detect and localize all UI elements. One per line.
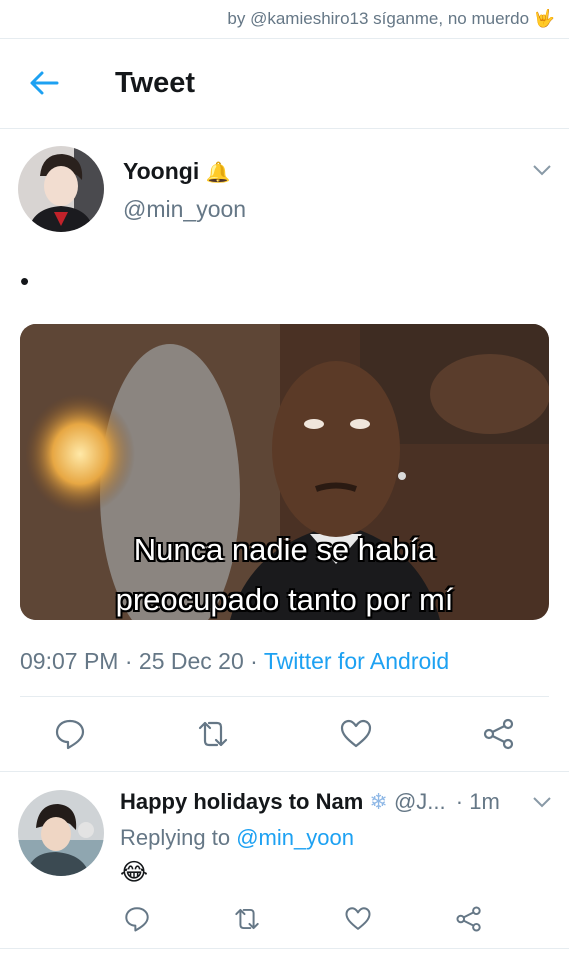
- retweet-button[interactable]: [196, 717, 230, 751]
- retweet-icon: [235, 908, 259, 930]
- tweet-menu-button[interactable]: [532, 163, 552, 177]
- tweet-meta: 09:07 PM · 25 Dec 20 · Twitter for Andro…: [20, 648, 449, 675]
- share-button[interactable]: [455, 905, 483, 933]
- tweet-date: 25 Dec 20: [138, 648, 244, 674]
- meme-caption-line-1: Nunca nadie se había: [133, 532, 436, 567]
- credit-bar: by @kamieshiro13 síganme, no muerdo 🤟: [0, 0, 569, 39]
- share-icon: [456, 906, 481, 932]
- page-title: Tweet: [115, 67, 196, 99]
- share-icon: [483, 718, 514, 750]
- tweet-media[interactable]: Nunca nadie se había preocupado tanto po…: [20, 324, 549, 620]
- tweet-time: 09:07 PM: [20, 648, 119, 674]
- reply-author-name[interactable]: Happy holidays to Nam: [120, 789, 363, 814]
- meme-caption-line-2: preocupado tanto por mí: [115, 582, 454, 617]
- reply-time: · 1m: [455, 789, 500, 814]
- reply-author-handle[interactable]: @J...: [394, 789, 446, 814]
- divider: [0, 948, 569, 949]
- reply-author-avatar[interactable]: [18, 790, 104, 876]
- reply-button[interactable]: [123, 905, 151, 933]
- retweet-button[interactable]: [233, 905, 261, 933]
- reply-header: Happy holidays to Nam ❄ @J... · 1m: [120, 789, 500, 815]
- replying-to-label: Replying to: [120, 825, 231, 850]
- credit-text: by @kamieshiro13 síganme, no muerdo 🤟: [227, 9, 555, 29]
- credit-label: by @kamieshiro13 síganme, no muerdo: [227, 9, 530, 28]
- chevron-down-icon: [533, 165, 551, 176]
- reply-icon: [55, 719, 85, 750]
- replying-to-handle[interactable]: @min_yoon: [236, 825, 354, 850]
- heart-icon: [340, 719, 372, 748]
- avatar-image: [18, 146, 104, 232]
- bell-emoji: 🔔: [205, 160, 231, 184]
- meta-separator: ·: [250, 648, 258, 674]
- replying-to: Replying to @min_yoon: [120, 825, 354, 851]
- heart-icon: [345, 907, 371, 930]
- share-button[interactable]: [482, 717, 516, 751]
- tweet-text: •: [20, 266, 30, 296]
- reply-menu-button[interactable]: [532, 795, 552, 809]
- top-app-bar: Tweet: [0, 39, 569, 129]
- divider: [20, 696, 549, 697]
- author-handle[interactable]: @min_yoon: [123, 196, 246, 223]
- chevron-down-icon: [533, 797, 551, 808]
- divider: [0, 771, 569, 772]
- like-button[interactable]: [344, 905, 372, 933]
- author-avatar[interactable]: [18, 146, 104, 232]
- avatar-image: [18, 790, 104, 876]
- reply-icon: [125, 907, 149, 932]
- author-name[interactable]: Yoongi 🔔: [123, 158, 231, 185]
- retweet-icon: [198, 721, 228, 747]
- tweet-source-link[interactable]: Twitter for Android: [264, 648, 449, 674]
- arrow-left-icon: [30, 71, 59, 95]
- reply-button[interactable]: [53, 717, 87, 751]
- like-button[interactable]: [339, 717, 373, 751]
- author-name-text: Yoongi: [123, 158, 200, 184]
- rock-hand-emoji: 🤟: [533, 9, 555, 29]
- reply-text: 😂: [120, 858, 149, 886]
- meta-separator: ·: [124, 648, 133, 674]
- back-button[interactable]: [26, 67, 62, 99]
- meme-image: [20, 324, 549, 620]
- snowflake-emoji: ❄: [369, 790, 388, 815]
